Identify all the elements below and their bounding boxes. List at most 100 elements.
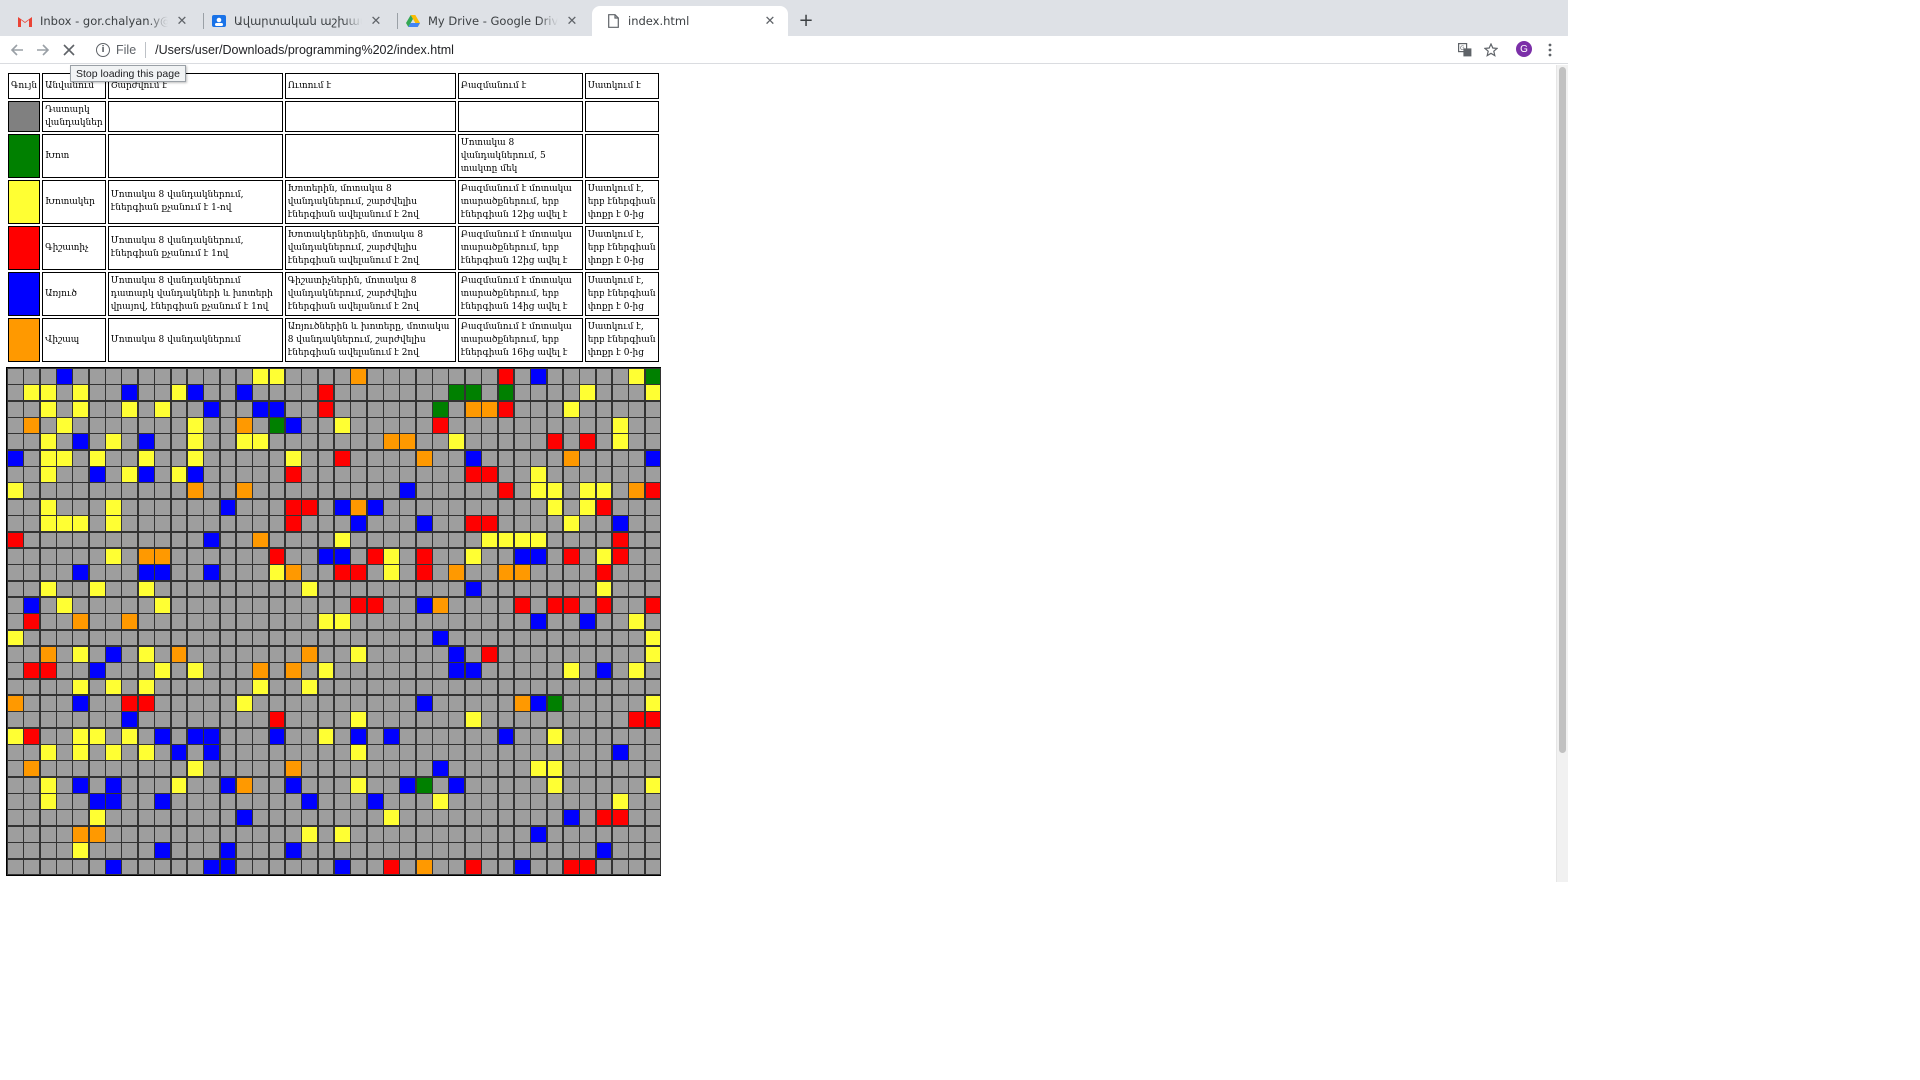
grid-cell (252, 547, 270, 565)
close-icon[interactable]: ✕ (762, 13, 778, 29)
translate-icon[interactable]: G (1456, 41, 1474, 59)
grid-cell (88, 466, 106, 483)
grid-cell (415, 564, 433, 582)
dies-text: Սատկում է, երբ էներգիան փոքր է 0-ից (584, 272, 659, 316)
grid-cell (56, 531, 73, 549)
tab-gmail[interactable]: Inbox - gor.chalyan.y@tumo.org ✕ (4, 6, 200, 36)
grid-cell (611, 368, 629, 385)
address-bar[interactable]: i File /Users/user/Downloads/programming… (86, 37, 1506, 63)
url-scheme: File (116, 43, 137, 57)
grid-cell (203, 368, 221, 385)
grid-cell (350, 466, 368, 483)
grid-cell (448, 384, 466, 402)
grid-cell (72, 695, 90, 712)
grid-cell (72, 711, 90, 729)
grid-cell (235, 531, 253, 549)
grid-cell (546, 466, 564, 483)
file-icon (606, 14, 620, 28)
grid-cell (513, 727, 531, 745)
grid-cell (121, 580, 139, 598)
grid-cell (219, 760, 237, 778)
grid-cell (137, 695, 155, 712)
grid-cell (432, 809, 449, 827)
grid-cell (481, 449, 498, 467)
tooltip: Stop loading this page (70, 65, 186, 82)
grid-cell (105, 613, 122, 631)
grid-cell (366, 809, 384, 827)
grid-cell (481, 400, 498, 418)
grid-cell (513, 368, 531, 385)
grid-cell (366, 825, 384, 843)
new-tab-button[interactable]: + (796, 10, 816, 31)
scrollbar-thumb[interactable] (1559, 67, 1566, 753)
grid-cell (317, 662, 335, 680)
grid-cell (399, 547, 417, 565)
grid-cell (579, 629, 597, 647)
grid-cell (546, 662, 564, 680)
tab-index-html[interactable]: index.html ✕ (592, 6, 788, 36)
grid-cell (644, 417, 662, 434)
grid-cell (203, 400, 221, 418)
vertical-scrollbar[interactable] (1556, 65, 1568, 882)
grid-cell (137, 515, 155, 532)
close-icon[interactable]: ✕ (368, 13, 384, 29)
url-text[interactable]: /Users/user/Downloads/programming%202/in… (155, 43, 454, 57)
grid-cell (415, 596, 433, 614)
grid-cell (23, 547, 41, 565)
grid-cell (121, 825, 139, 843)
grid-cell (366, 711, 384, 729)
drive-icon (406, 14, 420, 28)
grid-cell (317, 711, 335, 729)
tab-title: Ավարտական աշխատանքը վերջ (234, 14, 362, 28)
grid-cell (284, 760, 302, 778)
grid-cell (432, 564, 449, 582)
menu-dots-icon[interactable] (1541, 41, 1559, 59)
grid-cell (23, 695, 41, 712)
grid-cell (644, 695, 662, 712)
forward-arrow-icon[interactable] (32, 39, 54, 61)
grid-cell (383, 596, 400, 614)
info-icon[interactable]: i (96, 43, 110, 57)
grid-cell (301, 629, 319, 647)
grid-cell (186, 645, 204, 663)
grid-cell (448, 449, 466, 467)
tab-classroom[interactable]: Ավարտական աշխատանքը վերջ ✕ (198, 6, 394, 36)
grid-cell (121, 645, 139, 663)
bookmark-star-icon[interactable] (1482, 41, 1500, 59)
grid-cell (383, 678, 400, 696)
grid-cell (366, 580, 384, 598)
grid-cell (628, 564, 646, 582)
grid-cell (432, 858, 449, 876)
grid-cell (399, 760, 417, 778)
grid-cell (562, 662, 580, 680)
grid-cell (317, 842, 335, 859)
close-icon[interactable]: ✕ (564, 13, 580, 29)
grid-cell (399, 662, 417, 680)
grid-cell (595, 498, 613, 516)
grid-cell (88, 825, 106, 843)
creature-name: Վիշապ (42, 318, 106, 362)
grid-cell (562, 531, 580, 549)
grid-cell (235, 613, 253, 631)
grid-cell (170, 629, 188, 647)
close-icon[interactable]: ✕ (174, 13, 190, 29)
grid-cell (186, 466, 204, 483)
profile-avatar[interactable]: G (1516, 41, 1532, 57)
grid-cell (88, 858, 106, 876)
grid-cell (235, 482, 253, 500)
grid-cell (562, 433, 580, 451)
grid-cell (137, 776, 155, 794)
grid-cell (301, 727, 319, 745)
grid-cell (186, 449, 204, 467)
grid-cell (366, 384, 384, 402)
back-arrow-icon[interactable] (6, 39, 28, 61)
grid-cell (399, 596, 417, 614)
grid-cell (137, 678, 155, 696)
grid-cell (7, 384, 24, 402)
tab-drive[interactable]: My Drive - Google Drive ✕ (392, 6, 590, 36)
grid-cell (513, 515, 531, 532)
grid-cell (628, 433, 646, 451)
stop-loading-icon[interactable] (58, 39, 80, 61)
grid-cell (497, 417, 515, 434)
grid-cell (383, 368, 400, 385)
